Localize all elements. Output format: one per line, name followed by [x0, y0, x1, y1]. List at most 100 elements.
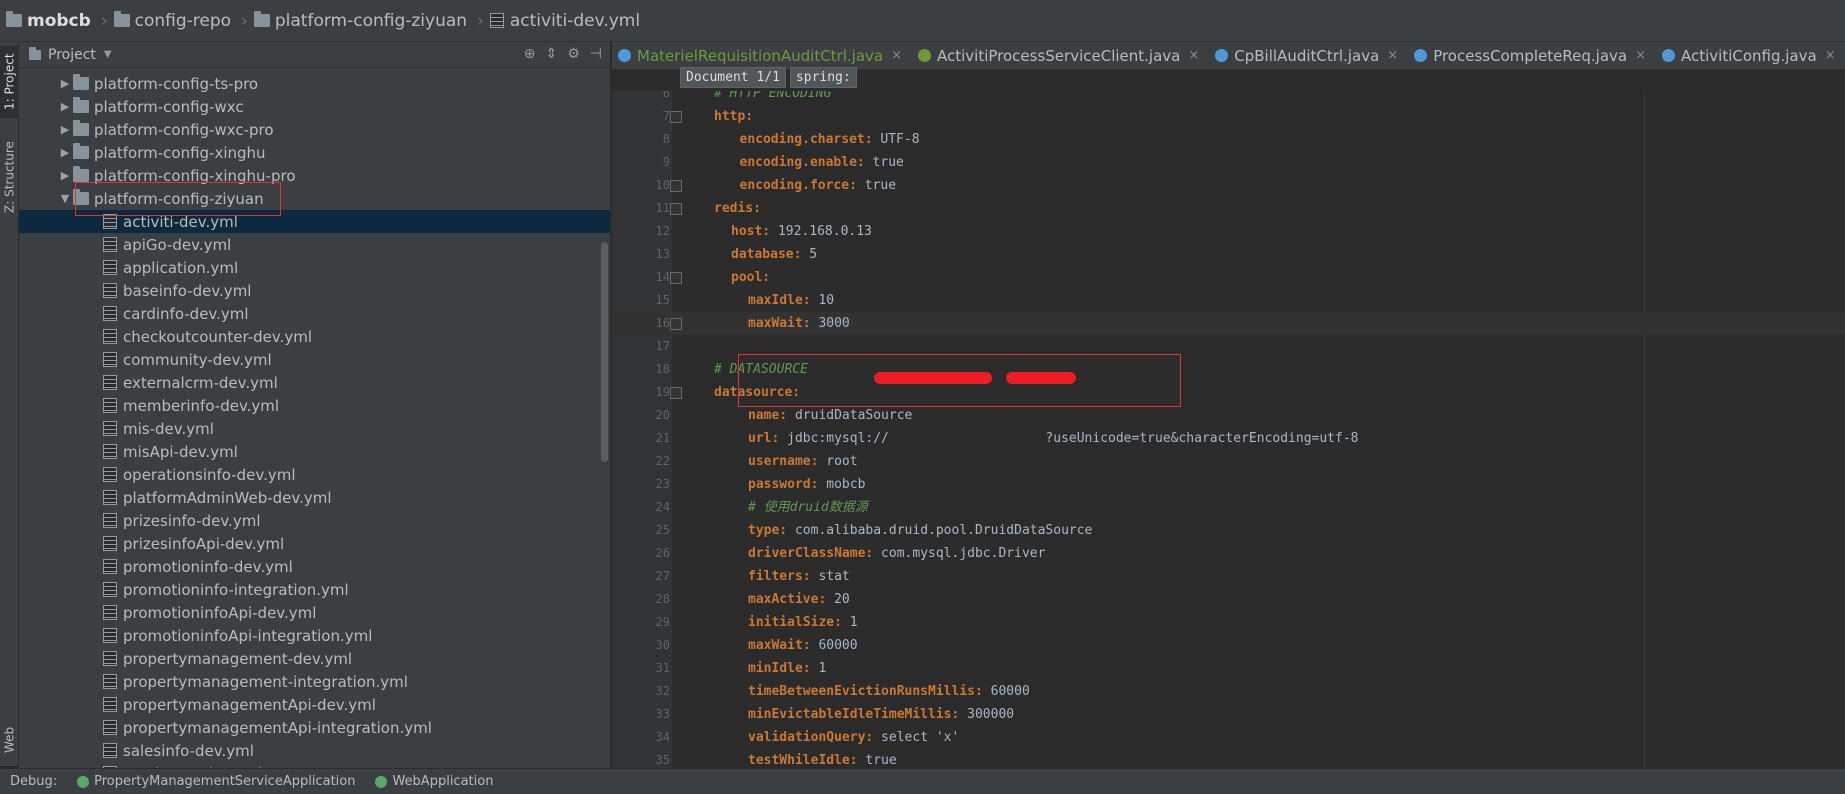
tree-file-item[interactable]: activiti-dev.yml: [19, 210, 610, 233]
tree-folder-item[interactable]: ▶ platform-config-xinghu: [19, 141, 610, 164]
tree-file-item[interactable]: salesinfo-dev.yml: [19, 739, 610, 762]
code-area[interactable]: 6 # HTTP ENCODING 7 http: 8 encoding.charset:…: [612, 91, 1845, 768]
tree-file-item[interactable]: prizesinfoApi-dev.yml: [19, 532, 610, 555]
editor-tab[interactable]: ActivitiConfig.java ×: [1656, 42, 1845, 69]
tree-file-item[interactable]: operationsinfo-dev.yml: [19, 463, 610, 486]
line-content: url: jdbc:mysql:// ?useUnicode=true&char…: [748, 431, 1359, 446]
line-number: 29: [655, 615, 670, 629]
tree-file-item[interactable]: application.yml: [19, 256, 610, 279]
fold-marker-icon[interactable]: [670, 180, 682, 192]
tree-file-item[interactable]: memberinfo-dev.yml: [19, 394, 610, 417]
yml-file-icon: [103, 444, 117, 459]
line-number: 15: [655, 293, 670, 307]
tree-file-item[interactable]: platformAdminWeb-dev.yml: [19, 486, 610, 509]
tab-web-toolwindow[interactable]: Web: [0, 720, 19, 760]
breadcrumb-item-folder[interactable]: platform-config-ziyuan: [252, 0, 473, 41]
tree-file-item[interactable]: promotioninfoApi-integration.yml: [19, 624, 610, 647]
line-number: 9: [662, 155, 670, 169]
scroll-from-source-icon[interactable]: ⊕: [524, 46, 536, 62]
line-content: filters: stat: [748, 569, 850, 584]
chevron-right-icon[interactable]: ▶: [57, 146, 73, 159]
line-content: http:: [714, 109, 754, 124]
editor-tab[interactable]: ProcessCompleteReq.java ×: [1408, 42, 1656, 69]
tree-file-item[interactable]: prizesinfo-dev.yml: [19, 509, 610, 532]
yml-file-icon: [103, 467, 117, 482]
chevron-right-icon[interactable]: ▶: [57, 169, 73, 182]
line-content: password: mobcb: [748, 477, 866, 492]
chevron-right-icon[interactable]: ▶: [57, 77, 73, 90]
close-icon[interactable]: ×: [1825, 48, 1836, 63]
tree-file-item[interactable]: propertymanagement-dev.yml: [19, 647, 610, 670]
left-tool-strip: 1: Project Z: Structure Web: [0, 42, 19, 766]
code-line: 13 database: 5: [612, 243, 1845, 266]
yml-file-icon: [103, 513, 117, 528]
tree-folder-item[interactable]: ▶ platform-config-wxc: [19, 95, 610, 118]
line-number: 13: [655, 247, 670, 261]
yml-file-icon: [103, 283, 117, 298]
tree-file-item[interactable]: propertymanagement-integration.yml: [19, 670, 610, 693]
fold-marker-icon[interactable]: [670, 203, 682, 215]
close-icon[interactable]: ×: [1387, 48, 1398, 63]
debug-session-web-application[interactable]: WebApplication: [365, 769, 503, 794]
tree-folder-item[interactable]: ▶ platform-config-wxc-pro: [19, 118, 610, 141]
line-number: 6: [662, 91, 670, 100]
line-content: encoding.force: true: [739, 178, 897, 193]
fold-marker-icon[interactable]: [670, 387, 682, 399]
chevron-down-icon[interactable]: ▼: [104, 49, 112, 60]
tree-file-item[interactable]: propertymanagementApi-integration.yml: [19, 716, 610, 739]
line-number: 35: [655, 753, 670, 767]
line-content: redis:: [714, 201, 761, 216]
crumb-spring[interactable]: spring:: [789, 67, 857, 88]
yml-file-icon: [103, 352, 117, 367]
tree-file-item[interactable]: community-dev.yml: [19, 348, 610, 371]
tree-file-item[interactable]: misApi-dev.yml: [19, 440, 610, 463]
tree-folder-item[interactable]: ▶ platform-config-xinghu-pro: [19, 164, 610, 187]
code-line: 25 type: com.alibaba.druid.pool.DruidData…: [612, 519, 1845, 542]
breadcrumb-item-config-repo[interactable]: config-repo: [112, 0, 237, 41]
yml-file-icon: [103, 536, 117, 551]
chevron-down-icon[interactable]: ▼: [57, 192, 73, 205]
fold-marker-icon[interactable]: [670, 272, 682, 284]
tab-structure-toolwindow[interactable]: Z: Structure: [0, 132, 19, 222]
code-line: 12 host: 192.168.0.13: [612, 220, 1845, 243]
tree-file-item[interactable]: apiGo-dev.yml: [19, 233, 610, 256]
tab-project-toolwindow[interactable]: 1: Project: [0, 46, 19, 118]
tree-file-item[interactable]: promotioninfo-integration.yml: [19, 578, 610, 601]
editor-tab[interactable]: ActivitiProcessServiceClient.java ×: [912, 42, 1209, 69]
java-class-icon: [918, 49, 931, 62]
collapse-all-icon[interactable]: ⇕: [546, 46, 558, 62]
tree-folder-item[interactable]: ▶ platform-config-ts-pro: [19, 72, 610, 95]
editor-tab[interactable]: MaterielRequisitionAuditCtrl.java ×: [612, 42, 912, 69]
gear-icon[interactable]: ⚙: [567, 46, 580, 62]
tree-folder-item[interactable]: ▼ platform-config-ziyuan: [19, 187, 610, 210]
tree-file-item[interactable]: mis-dev.yml: [19, 417, 610, 440]
code-line: 10 encoding.force: true: [612, 174, 1845, 197]
tree-file-item[interactable]: promotioninfo-dev.yml: [19, 555, 610, 578]
yml-file-icon: [103, 651, 117, 666]
folder-icon: [73, 166, 89, 182]
editor-tab[interactable]: CpBillAuditCtrl.java ×: [1209, 42, 1408, 69]
close-icon[interactable]: ×: [1188, 48, 1199, 63]
crumb-document[interactable]: Document 1/1: [680, 67, 786, 88]
tree-file-item[interactable]: externalcrm-dev.yml: [19, 371, 610, 394]
tree-file-item[interactable]: baseinfo-dev.yml: [19, 279, 610, 302]
breadcrumb-item-root[interactable]: mobcb: [4, 0, 97, 41]
tree-file-item[interactable]: promotioninfoApi-dev.yml: [19, 601, 610, 624]
breadcrumb-item-file[interactable]: activiti-dev.yml: [488, 0, 646, 41]
debug-session-property-management[interactable]: PropertyManagementServiceApplication: [67, 769, 365, 794]
hide-icon[interactable]: ⊣: [590, 46, 602, 62]
fold-marker-icon[interactable]: [670, 318, 682, 330]
close-icon[interactable]: ×: [891, 48, 902, 63]
fold-marker-icon[interactable]: [670, 111, 682, 123]
tree-file-item[interactable]: cardinfo-dev.yml: [19, 302, 610, 325]
tree-file-item[interactable]: propertymanagementApi-dev.yml: [19, 693, 610, 716]
close-icon[interactable]: ×: [1635, 48, 1646, 63]
chevron-right-icon[interactable]: ▶: [57, 123, 73, 136]
line-number: 10: [655, 178, 670, 192]
project-scrollbar[interactable]: [601, 242, 608, 462]
chevron-right-icon[interactable]: ▶: [57, 100, 73, 113]
spring-app-icon: [77, 775, 90, 788]
tree-file-item[interactable]: checkoutcounter-dev.yml: [19, 325, 610, 348]
line-number: 14: [655, 270, 670, 284]
folder-icon: [113, 11, 130, 27]
